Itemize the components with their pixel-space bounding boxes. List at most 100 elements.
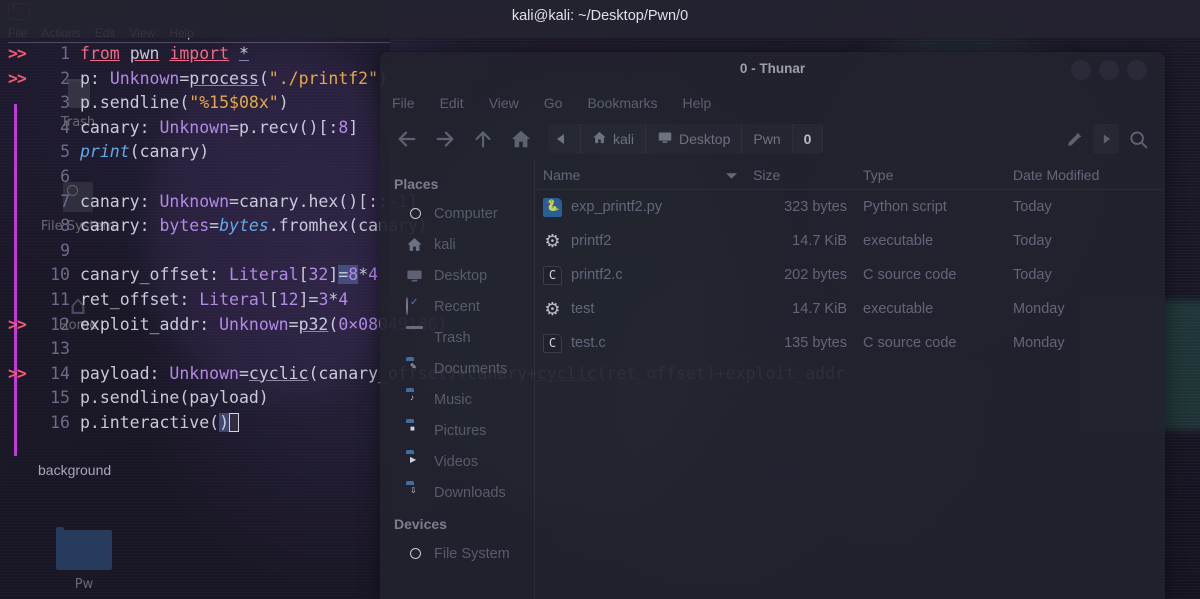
sidebar-item-music[interactable]: ♪ Music	[380, 384, 534, 415]
breadcrumb-item-0[interactable]: 0	[793, 124, 824, 154]
code-line[interactable]: 3 p.sendline("%15$08x")	[8, 91, 390, 116]
code-text: print(canary)	[80, 140, 209, 165]
sidebar-item-downloads[interactable]: ⇩ Downloads	[380, 477, 534, 508]
home-icon[interactable]	[504, 124, 538, 154]
breadcrumb-overflow-left[interactable]	[548, 124, 581, 154]
sidebar-item-pictures[interactable]: ■ Pictures	[380, 415, 534, 446]
minimize-button[interactable]	[1071, 60, 1091, 80]
code-line[interactable]: >> 12 exploit_addr: Unknown=p32(0×080491…	[8, 313, 390, 338]
file-name: printf2.c	[571, 267, 623, 283]
column-header-date[interactable]: Date Modified	[1005, 167, 1165, 183]
thunar-window[interactable]: 0 - Thunar File Edit View Go Bookmarks H…	[380, 52, 1165, 599]
code-line[interactable]: 11 ret_offset: Literal[12]=3*4	[8, 288, 390, 313]
thunar-menu-go[interactable]: Go	[544, 95, 563, 111]
terminal-window[interactable]: File Actions Edit View Help >> 1 from pw…	[0, 0, 390, 599]
table-row[interactable]: ⚙ test 14.7 KiB executable Monday	[535, 292, 1165, 326]
code-line[interactable]: 10 canary_offset: Literal[32]=8*4	[8, 263, 390, 288]
pencil-icon[interactable]	[1057, 124, 1091, 154]
thunar-sidebar[interactable]: Places Computer kali Desktop	[380, 160, 535, 599]
file-date: Monday	[1005, 301, 1165, 317]
breadcrumb-item-kali[interactable]: kali	[581, 124, 646, 154]
sidebar-item-kali[interactable]: kali	[380, 229, 534, 260]
chevron-right-icon[interactable]	[1093, 124, 1119, 154]
file-name-cell[interactable]: ⚙ printf2	[535, 232, 745, 251]
back-icon[interactable]	[390, 124, 424, 154]
prompt-marker: >>	[8, 67, 38, 92]
file-name-cell[interactable]: exp_printf2.py	[535, 198, 745, 217]
thunar-title: 0 - Thunar	[380, 61, 1165, 76]
thunar-menu-edit[interactable]: Edit	[440, 95, 464, 111]
thunar-toolbar[interactable]: kali Desktop Pwn 0	[380, 118, 1165, 160]
sidebar-item-file-system[interactable]: File System	[380, 538, 534, 569]
code-line[interactable]: 9	[8, 239, 390, 264]
code-text: from pwn import *	[80, 42, 249, 67]
forward-icon[interactable]	[428, 124, 462, 154]
breadcrumb[interactable]: kali Desktop Pwn 0	[548, 124, 823, 154]
line-number: 15	[42, 386, 70, 411]
table-row[interactable]: C printf2.c 202 bytes C source code Toda…	[535, 258, 1165, 292]
code-line[interactable]: 4 canary: Unknown=p.recv()[:8]	[8, 116, 390, 141]
sidebar-item-label: Music	[434, 392, 472, 408]
column-header-size[interactable]: Size	[745, 167, 855, 183]
thunar-titlebar[interactable]: 0 - Thunar	[380, 52, 1165, 88]
thunar-menu-bookmarks[interactable]: Bookmarks	[587, 95, 657, 111]
line-number: 11	[42, 288, 70, 313]
file-size: 323 bytes	[745, 199, 855, 215]
line-number: 4	[42, 116, 70, 141]
table-row[interactable]: ⚙ printf2 14.7 KiB executable Today	[535, 224, 1165, 258]
file-type: executable	[855, 233, 1005, 249]
line-number: 5	[42, 140, 70, 165]
sidebar-item-trash[interactable]: Trash	[380, 322, 534, 353]
file-type: Python script	[855, 199, 1005, 215]
code-line[interactable]: 16 p.interactive()	[8, 411, 390, 436]
code-line[interactable]: >> 1 from pwn import *	[8, 42, 390, 67]
code-line[interactable]: >> 2 p: Unknown=process("./printf2")	[8, 67, 390, 92]
table-row[interactable]: C test.c 135 bytes C source code Monday	[535, 326, 1165, 360]
code-text: p.interactive()	[80, 411, 239, 436]
file-size: 202 bytes	[745, 267, 855, 283]
sidebar-item-desktop[interactable]: Desktop	[380, 260, 534, 291]
code-line[interactable]: 5 print(canary)	[8, 140, 390, 165]
code-line[interactable]: 13	[8, 337, 390, 362]
thunar-menu-file[interactable]: File	[392, 95, 415, 111]
up-icon[interactable]	[466, 124, 500, 154]
window-controls[interactable]	[1071, 60, 1147, 80]
line-number: 14	[42, 362, 70, 387]
thunar-menu-help[interactable]: Help	[683, 95, 712, 111]
search-icon[interactable]	[1121, 124, 1155, 154]
thunar-menubar[interactable]: File Edit View Go Bookmarks Help	[380, 88, 1165, 118]
sidebar-item-videos[interactable]: ▶ Videos	[380, 446, 534, 477]
file-name-cell[interactable]: C printf2.c	[535, 266, 745, 285]
breadcrumb-item-pwn[interactable]: Pwn	[742, 124, 792, 154]
prompt-marker: >>	[8, 362, 38, 387]
file-list[interactable]: Name Size Type Date Modified exp_printf2…	[535, 160, 1165, 599]
column-header-type[interactable]: Type	[855, 167, 1005, 183]
file-list-header[interactable]: Name Size Type Date Modified	[535, 160, 1165, 190]
table-row[interactable]: exp_printf2.py 323 bytes Python script T…	[535, 190, 1165, 224]
path-entry-area[interactable]	[833, 124, 1155, 154]
sidebar-item-documents[interactable]: ✎ Documents	[380, 353, 534, 384]
breadcrumb-item-desktop[interactable]: Desktop	[646, 124, 742, 154]
code-line[interactable]: 6	[8, 165, 390, 190]
close-button[interactable]	[1127, 60, 1147, 80]
prompt-marker: >>	[8, 313, 38, 338]
code-line[interactable]: 15 p.sendline(payload)	[8, 386, 390, 411]
desktop-screen: Trash File System ⌂ Home Pw File Actions…	[0, 0, 1200, 599]
code-line[interactable]: 8 canary: bytes=bytes.fromhex(canary)	[8, 214, 390, 239]
code-line[interactable]: 7 canary: Unknown=canary.hex()[::-1]	[8, 190, 390, 215]
line-number: 7	[42, 190, 70, 215]
sidebar-item-recent[interactable]: Recent	[380, 291, 534, 322]
maximize-button[interactable]	[1099, 60, 1119, 80]
top-panel[interactable]: kali@kali: ~/Desktop/Pwn/0	[0, 0, 1200, 38]
file-name: exp_printf2.py	[571, 199, 662, 215]
home-icon	[592, 130, 607, 148]
column-header-name[interactable]: Name	[535, 167, 745, 183]
sidebar-item-computer[interactable]: Computer	[380, 198, 534, 229]
file-name-cell[interactable]: C test.c	[535, 334, 745, 353]
file-name-cell[interactable]: ⚙ test	[535, 300, 745, 319]
code-line[interactable]: >> 14 payload: Unknown=cyclic(canary_off…	[8, 362, 390, 387]
recent-icon	[406, 298, 424, 316]
thunar-menu-view[interactable]: View	[489, 95, 519, 111]
file-date: Today	[1005, 233, 1165, 249]
terminal-editor-body[interactable]: >> 1 from pwn import * >> 2 p: Unknown=p…	[8, 42, 390, 599]
